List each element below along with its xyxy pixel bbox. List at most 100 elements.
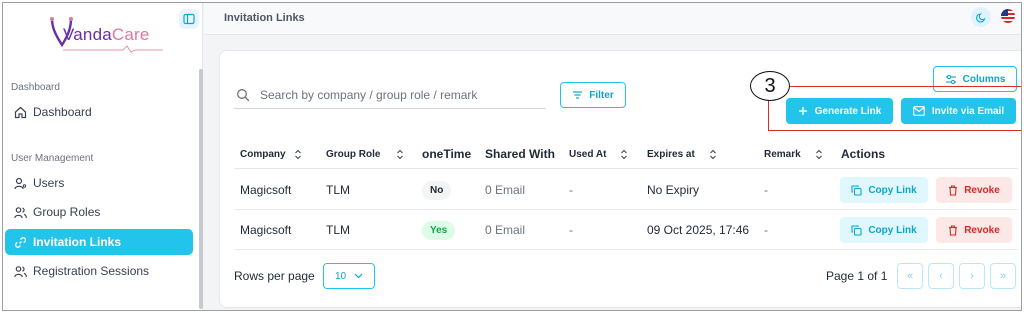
column-header-shared-with: Shared With (485, 147, 555, 161)
sort-icon[interactable] (709, 149, 717, 160)
next-page-button[interactable]: › (959, 263, 985, 289)
cell-used-at: - (569, 223, 573, 237)
sidebar-item-group-roles[interactable]: Group Roles (5, 199, 193, 225)
copy-link-button[interactable]: Copy Link (840, 177, 928, 203)
sidebar-item-label: Registration Sessions (33, 264, 150, 278)
us-flag-icon[interactable] (1001, 9, 1015, 23)
heartbeat-line-icon (63, 45, 163, 53)
column-header-company[interactable]: Company (240, 139, 302, 169)
cell-company: Magicsoft (240, 183, 292, 197)
cell-group-role: TLM (326, 183, 350, 197)
user-key-icon (13, 176, 27, 190)
sort-icon[interactable] (815, 149, 823, 160)
section-label-user-management: User Management (11, 153, 94, 164)
cell-used-at: - (569, 183, 573, 197)
sort-icon[interactable] (294, 149, 302, 160)
logo-care-text: Care (111, 25, 150, 44)
table-row: Magicsoft TLM No 0 Email - No Expiry - C… (234, 170, 1018, 210)
first-page-button[interactable]: « (897, 263, 923, 289)
column-header-used-at[interactable]: Used At (569, 139, 628, 169)
column-header-remark[interactable]: Remark (764, 139, 823, 169)
cell-shared-with: 0 Email (485, 223, 526, 237)
filter-button[interactable]: Filter (560, 82, 626, 108)
annotation-highlight-box (768, 86, 1021, 131)
double-chevron-left-icon: « (906, 270, 914, 282)
sidebar-item-label: Group Roles (33, 205, 101, 219)
section-label-dashboard: Dashboard (11, 82, 60, 93)
sidebar-item-label: Dashboard (33, 105, 92, 119)
onetime-badge: No (422, 180, 452, 200)
sort-icon[interactable] (396, 149, 404, 160)
chevron-down-icon (354, 273, 363, 279)
sidebar: VandaCare Dashboard Dashboard User Manag… (3, 3, 203, 310)
sliders-icon (945, 74, 957, 85)
trash-icon (948, 224, 958, 236)
column-header-label: Used At (569, 148, 607, 160)
cell-onetime: No (422, 170, 452, 210)
users-icon (13, 264, 27, 278)
sidebar-item-dashboard[interactable]: Dashboard (5, 99, 193, 125)
link-icon (13, 235, 27, 249)
copy-link-button[interactable]: Copy Link (840, 217, 928, 243)
table-row: Magicsoft TLM Yes 0 Email - 09 Oct 2025,… (234, 210, 1018, 250)
revoke-label: Revoke (964, 184, 1000, 196)
cell-remark: - (764, 223, 768, 237)
moon-icon (975, 12, 987, 23)
search-input[interactable] (260, 87, 540, 102)
vandacare-logo[interactable]: VandaCare (47, 15, 163, 55)
theme-toggle-button[interactable] (971, 7, 991, 27)
sidebar-toggle-button[interactable] (179, 9, 199, 29)
trash-icon (948, 184, 958, 196)
column-header-expires-at[interactable]: Expires at (647, 139, 717, 169)
filter-icon (572, 90, 583, 100)
column-header-group-role[interactable]: Group Role (326, 139, 404, 169)
sort-icon[interactable] (620, 149, 628, 160)
invitation-links-card: Filter Columns Generate Link Invite via … (219, 50, 1021, 308)
chevron-left-icon: ‹ (939, 270, 943, 282)
sidebar-item-label: Users (33, 176, 65, 190)
onetime-badge: Yes (422, 220, 456, 240)
sidebar-item-invitation-links[interactable]: Invitation Links (5, 229, 193, 255)
double-chevron-right-icon: » (999, 270, 1007, 282)
top-bar: Invitation Links (204, 3, 1021, 35)
cell-remark: - (764, 183, 768, 197)
rows-per-page-label: Rows per page (234, 269, 315, 283)
home-icon (13, 105, 27, 119)
step-number-badge: 3 (750, 71, 790, 101)
search-bar (234, 81, 546, 109)
filter-label: Filter (589, 89, 614, 101)
last-page-button[interactable]: » (990, 263, 1016, 289)
column-header-onetime: oneTime (422, 147, 472, 161)
sidebar-scrollbar[interactable] (199, 69, 203, 309)
copy-icon (851, 184, 862, 196)
previous-page-button[interactable]: ‹ (928, 263, 954, 289)
revoke-button[interactable]: Revoke (936, 217, 1012, 243)
cell-group-role: TLM (326, 223, 350, 237)
copy-icon (851, 224, 862, 236)
page-title: Invitation Links (224, 12, 305, 24)
cell-shared-with: 0 Email (485, 183, 526, 197)
column-header-label: Company (240, 148, 286, 160)
columns-label: Columns (962, 73, 1006, 85)
rows-per-page-select[interactable]: 10 (323, 263, 375, 289)
search-icon (236, 88, 250, 102)
cell-company: Magicsoft (240, 223, 292, 237)
sidebar-item-registration-sessions[interactable]: Registration Sessions (5, 258, 193, 284)
page-info: Page 1 of 1 (826, 269, 888, 283)
copy-link-label: Copy Link (868, 224, 917, 236)
panel-left-icon (183, 13, 195, 25)
cell-expires-at: 09 Oct 2025, 17:46 (647, 223, 750, 237)
app-window: VandaCare Dashboard Dashboard User Manag… (2, 2, 1022, 311)
sidebar-item-label: Invitation Links (33, 235, 122, 249)
column-header-label: Expires at (647, 148, 695, 160)
revoke-button[interactable]: Revoke (936, 177, 1012, 203)
copy-link-label: Copy Link (868, 184, 917, 196)
chevron-right-icon: › (970, 270, 974, 282)
column-header-actions: Actions (841, 147, 886, 161)
revoke-label: Revoke (964, 224, 1000, 236)
cell-onetime: Yes (422, 210, 456, 250)
users-icon (13, 205, 27, 219)
logo-vanda-text: Vanda (63, 25, 112, 44)
cell-expires-at: No Expiry (647, 183, 700, 197)
sidebar-item-users[interactable]: Users (5, 170, 193, 196)
